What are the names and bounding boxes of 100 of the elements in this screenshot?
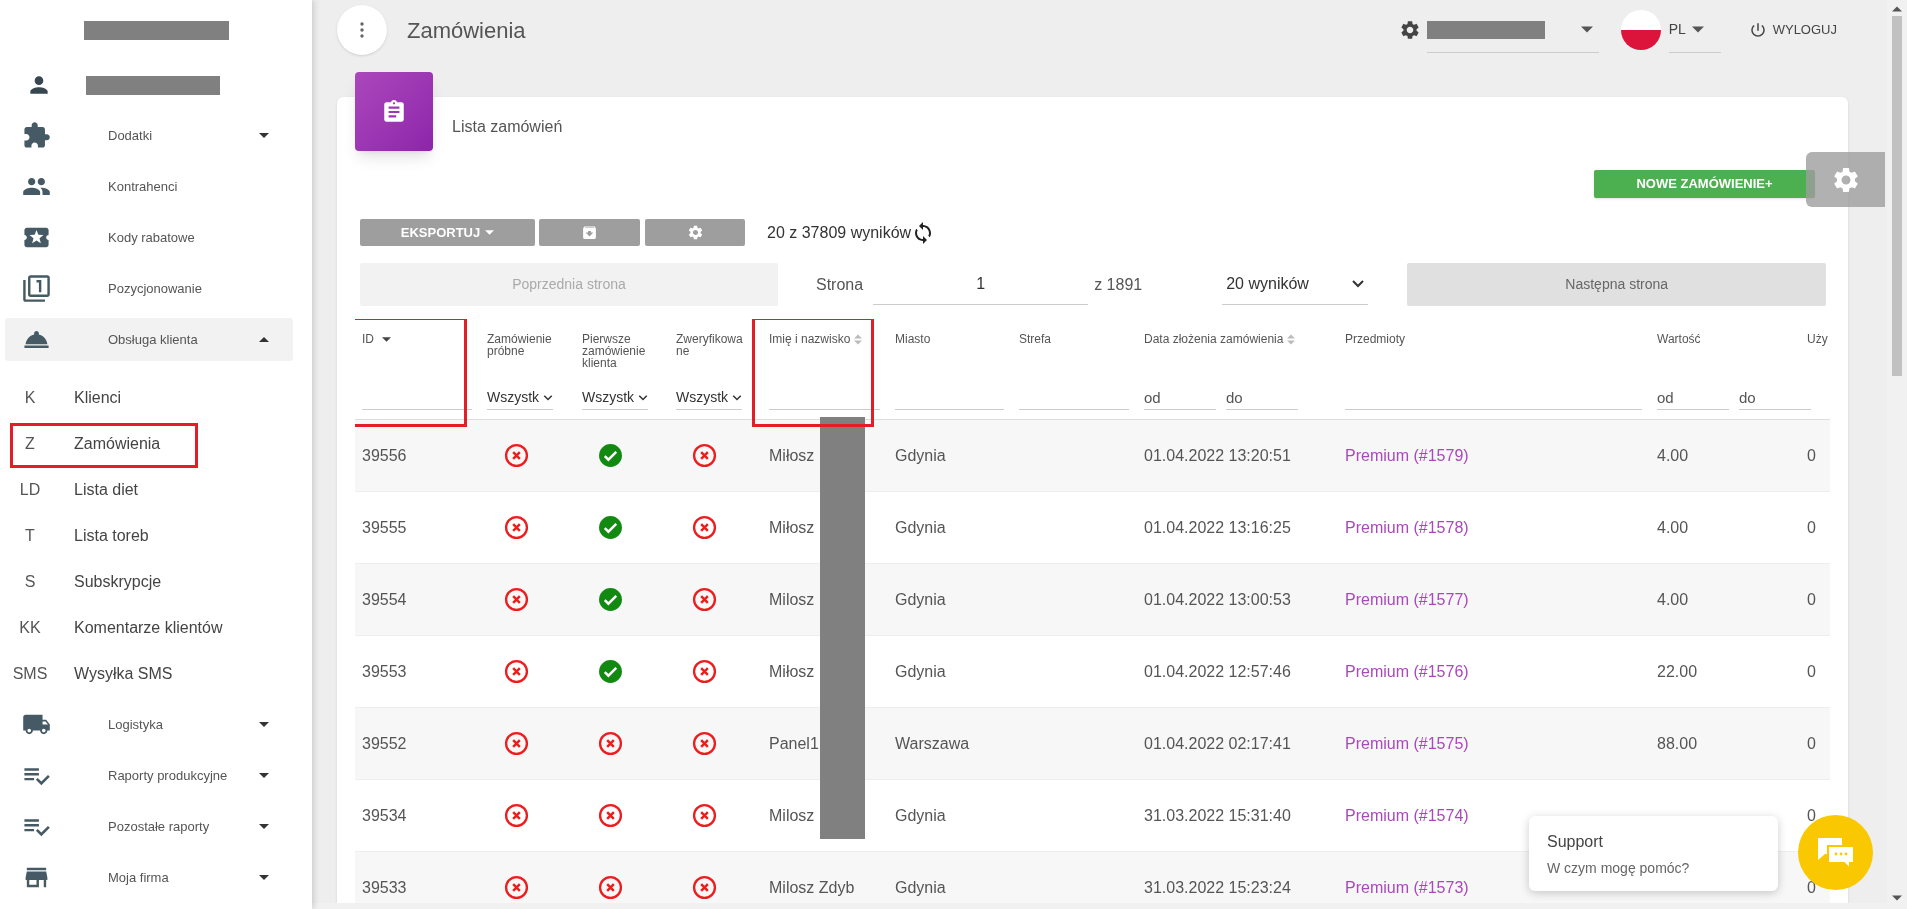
- settings-icon: [686, 224, 704, 241]
- sort-icon[interactable]: [1287, 334, 1296, 345]
- sidebar-item[interactable]: Pozostałe raporty: [5, 805, 293, 848]
- sidebar-item[interactable]: Logistyka: [5, 703, 293, 746]
- table-cell-text: 01.04.2022 13:16:25: [1144, 517, 1291, 538]
- table-cell-text: Panel1: [769, 733, 819, 754]
- chat-icon: [1815, 835, 1856, 870]
- chevron-icon: [543, 394, 553, 401]
- sidebar-item[interactable]: Kontrahenci: [5, 165, 293, 208]
- floating-settings-button[interactable]: [1806, 152, 1885, 207]
- logout-button[interactable]: WYLOGUJ: [1748, 20, 1837, 40]
- page-size-select[interactable]: 20 wyników: [1222, 264, 1369, 305]
- table-cell-text: 88.00: [1657, 733, 1698, 754]
- table-cell-text: 22.00: [1657, 661, 1698, 682]
- column-header[interactable]: Zamówienie próbne: [487, 333, 557, 357]
- table-cell-text: Gdynia: [895, 589, 946, 610]
- filter-field[interactable]: od: [1144, 386, 1216, 410]
- table-cell-text: 0: [1807, 661, 1816, 682]
- filter-select[interactable]: Wszystk: [676, 386, 742, 410]
- table-cell-text: 4.00: [1657, 445, 1689, 466]
- table-cell-text: 39556: [362, 445, 407, 466]
- puzzle-icon: [22, 121, 51, 150]
- sidebar-item[interactable]: Dodatki: [5, 114, 293, 157]
- column-header[interactable]: Przedmioty: [1345, 333, 1406, 346]
- table-cell-text: 01.04.2022 13:00:53: [1144, 589, 1291, 610]
- filter-field[interactable]: do: [1739, 386, 1811, 410]
- filter-select[interactable]: Wszystk: [582, 386, 648, 410]
- more-icon: [360, 22, 364, 38]
- card-title: Lista zamówień: [452, 117, 563, 137]
- item-link[interactable]: Premium (#1575): [1345, 731, 1469, 756]
- sidebar-subitem[interactable]: SMS Wysyłka SMS: [0, 651, 312, 697]
- sidebar-item[interactable]: Kody rabatowe: [5, 216, 293, 259]
- item-link[interactable]: Premium (#1573): [1345, 875, 1469, 900]
- item-link[interactable]: Premium (#1579): [1345, 443, 1469, 468]
- sidebar-item[interactable]: Moja firma: [5, 856, 293, 899]
- column-header[interactable]: Strefa: [1019, 333, 1051, 346]
- caret-icon: [259, 773, 269, 778]
- chevron-icon: [638, 394, 648, 401]
- sidebar-item[interactable]: Raporty produkcyjne: [5, 754, 293, 797]
- power-icon: [1748, 21, 1767, 39]
- column-header[interactable]: Imię i nazwisko: [769, 333, 851, 346]
- settings-button[interactable]: [645, 219, 745, 246]
- sidebar-item[interactable]: Obsługa klienta: [5, 318, 293, 361]
- caret-icon: [259, 722, 269, 727]
- table-cell-text: Gdynia: [895, 445, 946, 466]
- scroll-up-icon[interactable]: [1892, 6, 1902, 12]
- item-link[interactable]: Premium (#1577): [1345, 587, 1469, 612]
- column-header[interactable]: Zweryfikowane: [676, 333, 746, 357]
- table-cell-text: 31.03.2022 15:23:24: [1144, 877, 1291, 898]
- sidebar-subitem[interactable]: LD Lista diet: [0, 467, 312, 513]
- support-title: Support: [1547, 832, 1605, 852]
- caret-icon: [259, 875, 269, 880]
- filter-field[interactable]: od: [1657, 386, 1729, 410]
- language-select[interactable]: PL: [1668, 7, 1721, 53]
- column-header[interactable]: Uży: [1807, 333, 1828, 346]
- caret-icon: [485, 230, 495, 235]
- column-header[interactable]: Pierwsze zamówienie klienta: [582, 333, 652, 369]
- table-cell-text: 0: [1807, 733, 1816, 754]
- sort-icon[interactable]: [854, 334, 863, 345]
- chevron-icon: [732, 394, 742, 401]
- item-link[interactable]: Premium (#1574): [1345, 803, 1469, 828]
- filter-field[interactable]: do: [1226, 386, 1298, 410]
- column-header[interactable]: Miasto: [895, 333, 931, 346]
- filter-select[interactable]: Wszystk: [487, 386, 553, 410]
- table-cell-text: 0: [1807, 589, 1816, 610]
- table-cell-text: 01.04.2022 13:20:51: [1144, 445, 1291, 466]
- caret-icon: [259, 337, 269, 342]
- item-link[interactable]: Premium (#1576): [1345, 659, 1469, 684]
- table-cell-text: 01.04.2022 02:17:41: [1144, 733, 1291, 754]
- sidebar-subitem[interactable]: S Subskrypcje: [0, 559, 312, 605]
- archive-button[interactable]: [539, 219, 640, 246]
- table-cell-text: Milosz: [769, 805, 815, 826]
- page-title: Zamówienia: [407, 16, 526, 45]
- flag-icon: [1620, 10, 1661, 50]
- page-total: z 1891: [1094, 274, 1143, 295]
- caret-icon: [1691, 26, 1704, 33]
- column-header[interactable]: ID: [362, 333, 374, 346]
- column-header[interactable]: Wartość: [1657, 333, 1701, 346]
- stacked-one-icon: [22, 274, 51, 303]
- page-input[interactable]: 1: [873, 264, 1089, 305]
- scroll-down-icon[interactable]: [1892, 895, 1902, 901]
- scrollbar-thumb[interactable]: [1892, 16, 1902, 376]
- menu-button[interactable]: [337, 5, 387, 55]
- table-cell-text: 0: [1807, 805, 1816, 826]
- table-cell-text: Miłosz: [769, 445, 815, 466]
- next-page-button[interactable]: Następna strona: [1407, 263, 1827, 306]
- column-header[interactable]: Data złożenia zamówienia: [1144, 333, 1284, 346]
- sidebar-subitem[interactable]: T Lista toreb: [0, 513, 312, 559]
- sort-desc-icon[interactable]: [382, 337, 391, 342]
- settings-icon[interactable]: [1398, 19, 1421, 41]
- sidebar-subitem[interactable]: Z Zamówienia: [0, 421, 312, 467]
- table-cell-text: 39534: [362, 805, 407, 826]
- sidebar-subitem[interactable]: KK Komentarze klientów: [0, 605, 312, 651]
- table-cell-text: 0: [1807, 517, 1816, 538]
- table-cell-text: 39533: [362, 877, 407, 898]
- table-cell-text: 39554: [362, 589, 407, 610]
- item-link[interactable]: Premium (#1578): [1345, 515, 1469, 540]
- sidebar-subitem[interactable]: K Klienci: [0, 375, 312, 421]
- table-cell-text: 4.00: [1657, 589, 1689, 610]
- sidebar-item[interactable]: Pozycjonowanie: [5, 267, 293, 310]
